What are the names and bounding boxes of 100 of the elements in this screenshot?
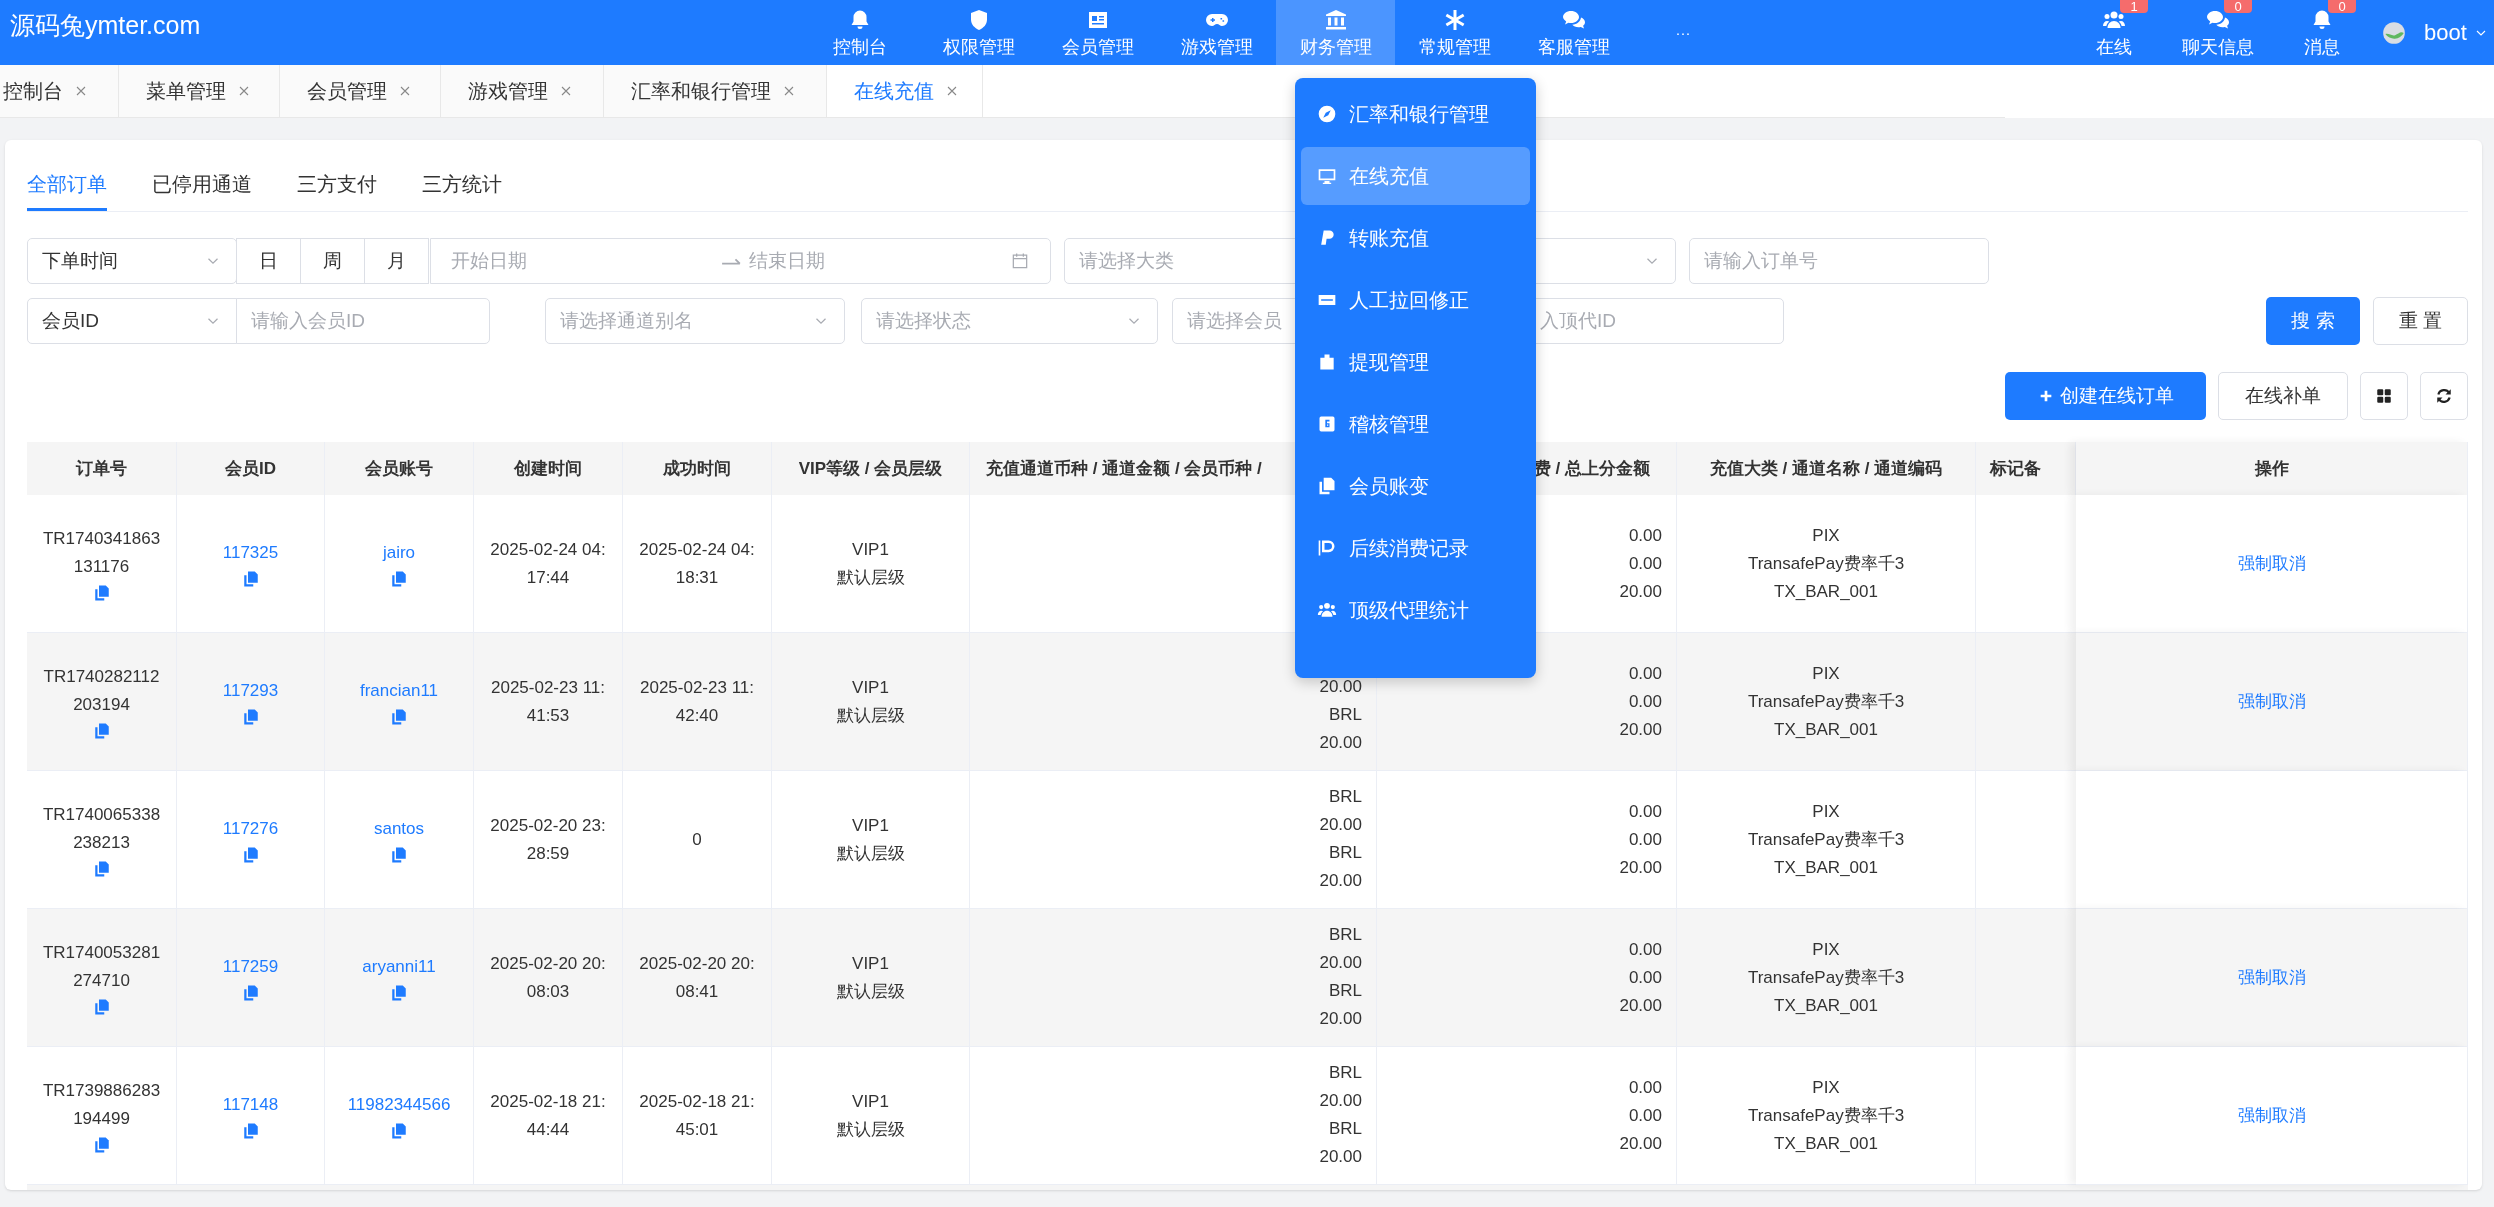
nav-item[interactable]: 常规管理 — [1395, 0, 1514, 65]
header-action[interactable]: 消息 0 — [2270, 0, 2374, 65]
cancel-link[interactable]: 强制取消 — [2237, 687, 2306, 716]
account-link[interactable]: francian11 — [359, 677, 439, 705]
vip-label: VIP1 — [852, 538, 889, 561]
header-action[interactable]: 在线 1 — [2062, 0, 2166, 65]
select-field[interactable]: 会员ID — [27, 298, 237, 344]
nav-item[interactable]: 游戏管理 — [1157, 0, 1276, 65]
success-time: 2025-02-23 11:42:40 — [638, 676, 756, 727]
column-header[interactable]: 充值通道币种 / 通道金额 / 会员币种 / — [986, 455, 1262, 482]
success-time: 0 — [691, 828, 703, 851]
column-header[interactable]: 操作 — [2254, 455, 2289, 482]
account-link[interactable]: aryanni11 — [362, 953, 436, 981]
column-header[interactable]: 成功时间 — [663, 455, 731, 482]
column-header[interactable]: 会员账号 — [365, 455, 433, 482]
channel-text: PIX — [1812, 938, 1840, 961]
nav-item[interactable]: 财务管理 — [1276, 0, 1395, 65]
order-number: TR1740341863131176 — [41, 528, 162, 578]
column-header[interactable]: 充值大类 / 通道名称 / 通道编码 — [1709, 455, 1943, 482]
member-id-link[interactable]: 117276 — [222, 815, 279, 843]
nav-item[interactable]: 权限管理 — [919, 0, 1038, 65]
supplement-button[interactable]: 在线补单 — [2218, 372, 2348, 420]
select-field[interactable]: 下单时间 — [27, 238, 237, 284]
menu-item[interactable]: 顶级代理统计 — [1301, 581, 1530, 639]
order-number: TR1740282112203194 — [42, 666, 161, 716]
sub-tab[interactable]: 三方统计 — [422, 159, 502, 211]
member-id-link[interactable]: 117259 — [222, 953, 279, 981]
member-id-link[interactable]: 117325 — [222, 539, 279, 567]
channel-text: PIX — [1812, 800, 1840, 823]
tier-label: 默认层级 — [836, 704, 905, 727]
created-time: 2025-02-18 21:44:44 — [489, 1090, 607, 1141]
select-field[interactable]: 请选择状态 — [861, 298, 1158, 344]
user-name[interactable]: boot — [2424, 19, 2467, 46]
page-tab[interactable]: 控制台 — [0, 65, 119, 117]
count-badge: 0 — [2328, 0, 2356, 13]
created-time: 2025-02-23 11:41:53 — [489, 676, 607, 727]
input-field[interactable]: 请输入会员ID — [236, 298, 490, 344]
member-id-link[interactable]: 117293 — [222, 677, 279, 705]
page-tab[interactable]: 游戏管理 — [441, 65, 604, 117]
success-time: 2025-02-24 04:18:31 — [638, 538, 756, 589]
more-button[interactable]: ··· — [1675, 23, 1691, 42]
sub-tab[interactable]: 全部订单 — [27, 159, 107, 211]
column-header[interactable]: 费 / 总上分金额 — [1533, 455, 1650, 482]
amount-text: BRL — [1328, 704, 1362, 726]
date-range-field[interactable]: 开始日期 结束日期 — [430, 238, 1051, 284]
amount-text: 0.00 — [1628, 662, 1662, 685]
account-link[interactable]: santos — [373, 815, 425, 843]
page-tab[interactable]: 汇率和银行管理 — [604, 65, 827, 117]
order-number: TR1740065338238213 — [41, 804, 162, 854]
cancel-link[interactable]: 强制取消 — [2237, 1101, 2306, 1130]
column-header[interactable]: VIP等级 / 会员层级 — [798, 455, 943, 482]
menu-item[interactable]: 在线充值 — [1301, 147, 1530, 205]
channel-text: TransafePay费率千3 — [1747, 828, 1905, 851]
search-button[interactable]: 搜 索 — [2266, 297, 2360, 345]
channel-text: TransafePay费率千3 — [1747, 690, 1905, 713]
channel-text: TX_BAR_001 — [1774, 994, 1878, 1017]
amount-text: BRL — [1328, 924, 1362, 946]
page-tab[interactable]: 会员管理 — [280, 65, 441, 117]
cancel-link[interactable]: 强制取消 — [2237, 963, 2306, 992]
menu-item[interactable]: 稽核管理 — [1301, 395, 1530, 453]
segment-button[interactable]: 日 — [236, 238, 301, 284]
success-time: 2025-02-18 21:45:01 — [638, 1090, 756, 1141]
menu-item[interactable]: 汇率和银行管理 — [1301, 85, 1530, 143]
amount-text: 20.00 — [1319, 676, 1362, 698]
segment-button[interactable]: 周 — [300, 238, 365, 284]
page-tab[interactable]: 菜单管理 — [119, 65, 280, 117]
amount-text: 20.00 — [1619, 994, 1662, 1017]
sub-tab[interactable]: 已停用通道 — [152, 159, 252, 211]
account-link[interactable]: 11982344566 — [347, 1091, 451, 1119]
menu-item[interactable]: 后续消费记录 — [1301, 519, 1530, 577]
reset-button[interactable]: 重 置 — [2373, 297, 2468, 345]
amount-text: BRL — [1328, 1062, 1362, 1084]
column-header[interactable]: 标记备 — [1990, 455, 2041, 482]
column-header[interactable]: 会员ID — [225, 455, 276, 482]
nav-item[interactable]: 客服管理 — [1514, 0, 1633, 65]
create-order-button[interactable]: 创建在线订单 — [2005, 372, 2206, 420]
tier-label: 默认层级 — [836, 1118, 905, 1141]
menu-item[interactable]: 会员账变 — [1301, 457, 1530, 515]
order-number: TR1740053281274710 — [41, 942, 162, 992]
order-number: TR1739886283194499 — [41, 1080, 162, 1130]
amount-text: 20.00 — [1319, 952, 1362, 974]
nav-item[interactable]: 控制台 — [800, 0, 919, 65]
vip-label: VIP1 — [852, 952, 889, 975]
amount-text: 0.00 — [1628, 828, 1662, 851]
channel-text: TX_BAR_001 — [1774, 856, 1878, 879]
input-field[interactable]: 请输入订单号 — [1689, 238, 1989, 284]
header-action[interactable]: 聊天信息 0 — [2166, 0, 2270, 65]
account-link[interactable]: jairo — [382, 539, 416, 567]
channel-text: TransafePay费率千3 — [1747, 552, 1905, 575]
member-id-link[interactable]: 117148 — [222, 1091, 279, 1119]
created-time: 2025-02-20 20:08:03 — [489, 952, 607, 1003]
segment-button[interactable]: 月 — [364, 238, 429, 284]
amount-text: BRL — [1328, 1118, 1362, 1140]
column-header[interactable]: 创建时间 — [514, 455, 582, 482]
sub-tab[interactable]: 三方支付 — [297, 159, 377, 211]
success-time: 2025-02-20 20:08:41 — [638, 952, 756, 1003]
column-header[interactable]: 订单号 — [76, 455, 127, 482]
cancel-link[interactable]: 强制取消 — [2237, 549, 2306, 578]
select-field[interactable]: 请选择通道别名 — [545, 298, 845, 344]
nav-item[interactable]: 会员管理 — [1038, 0, 1157, 65]
